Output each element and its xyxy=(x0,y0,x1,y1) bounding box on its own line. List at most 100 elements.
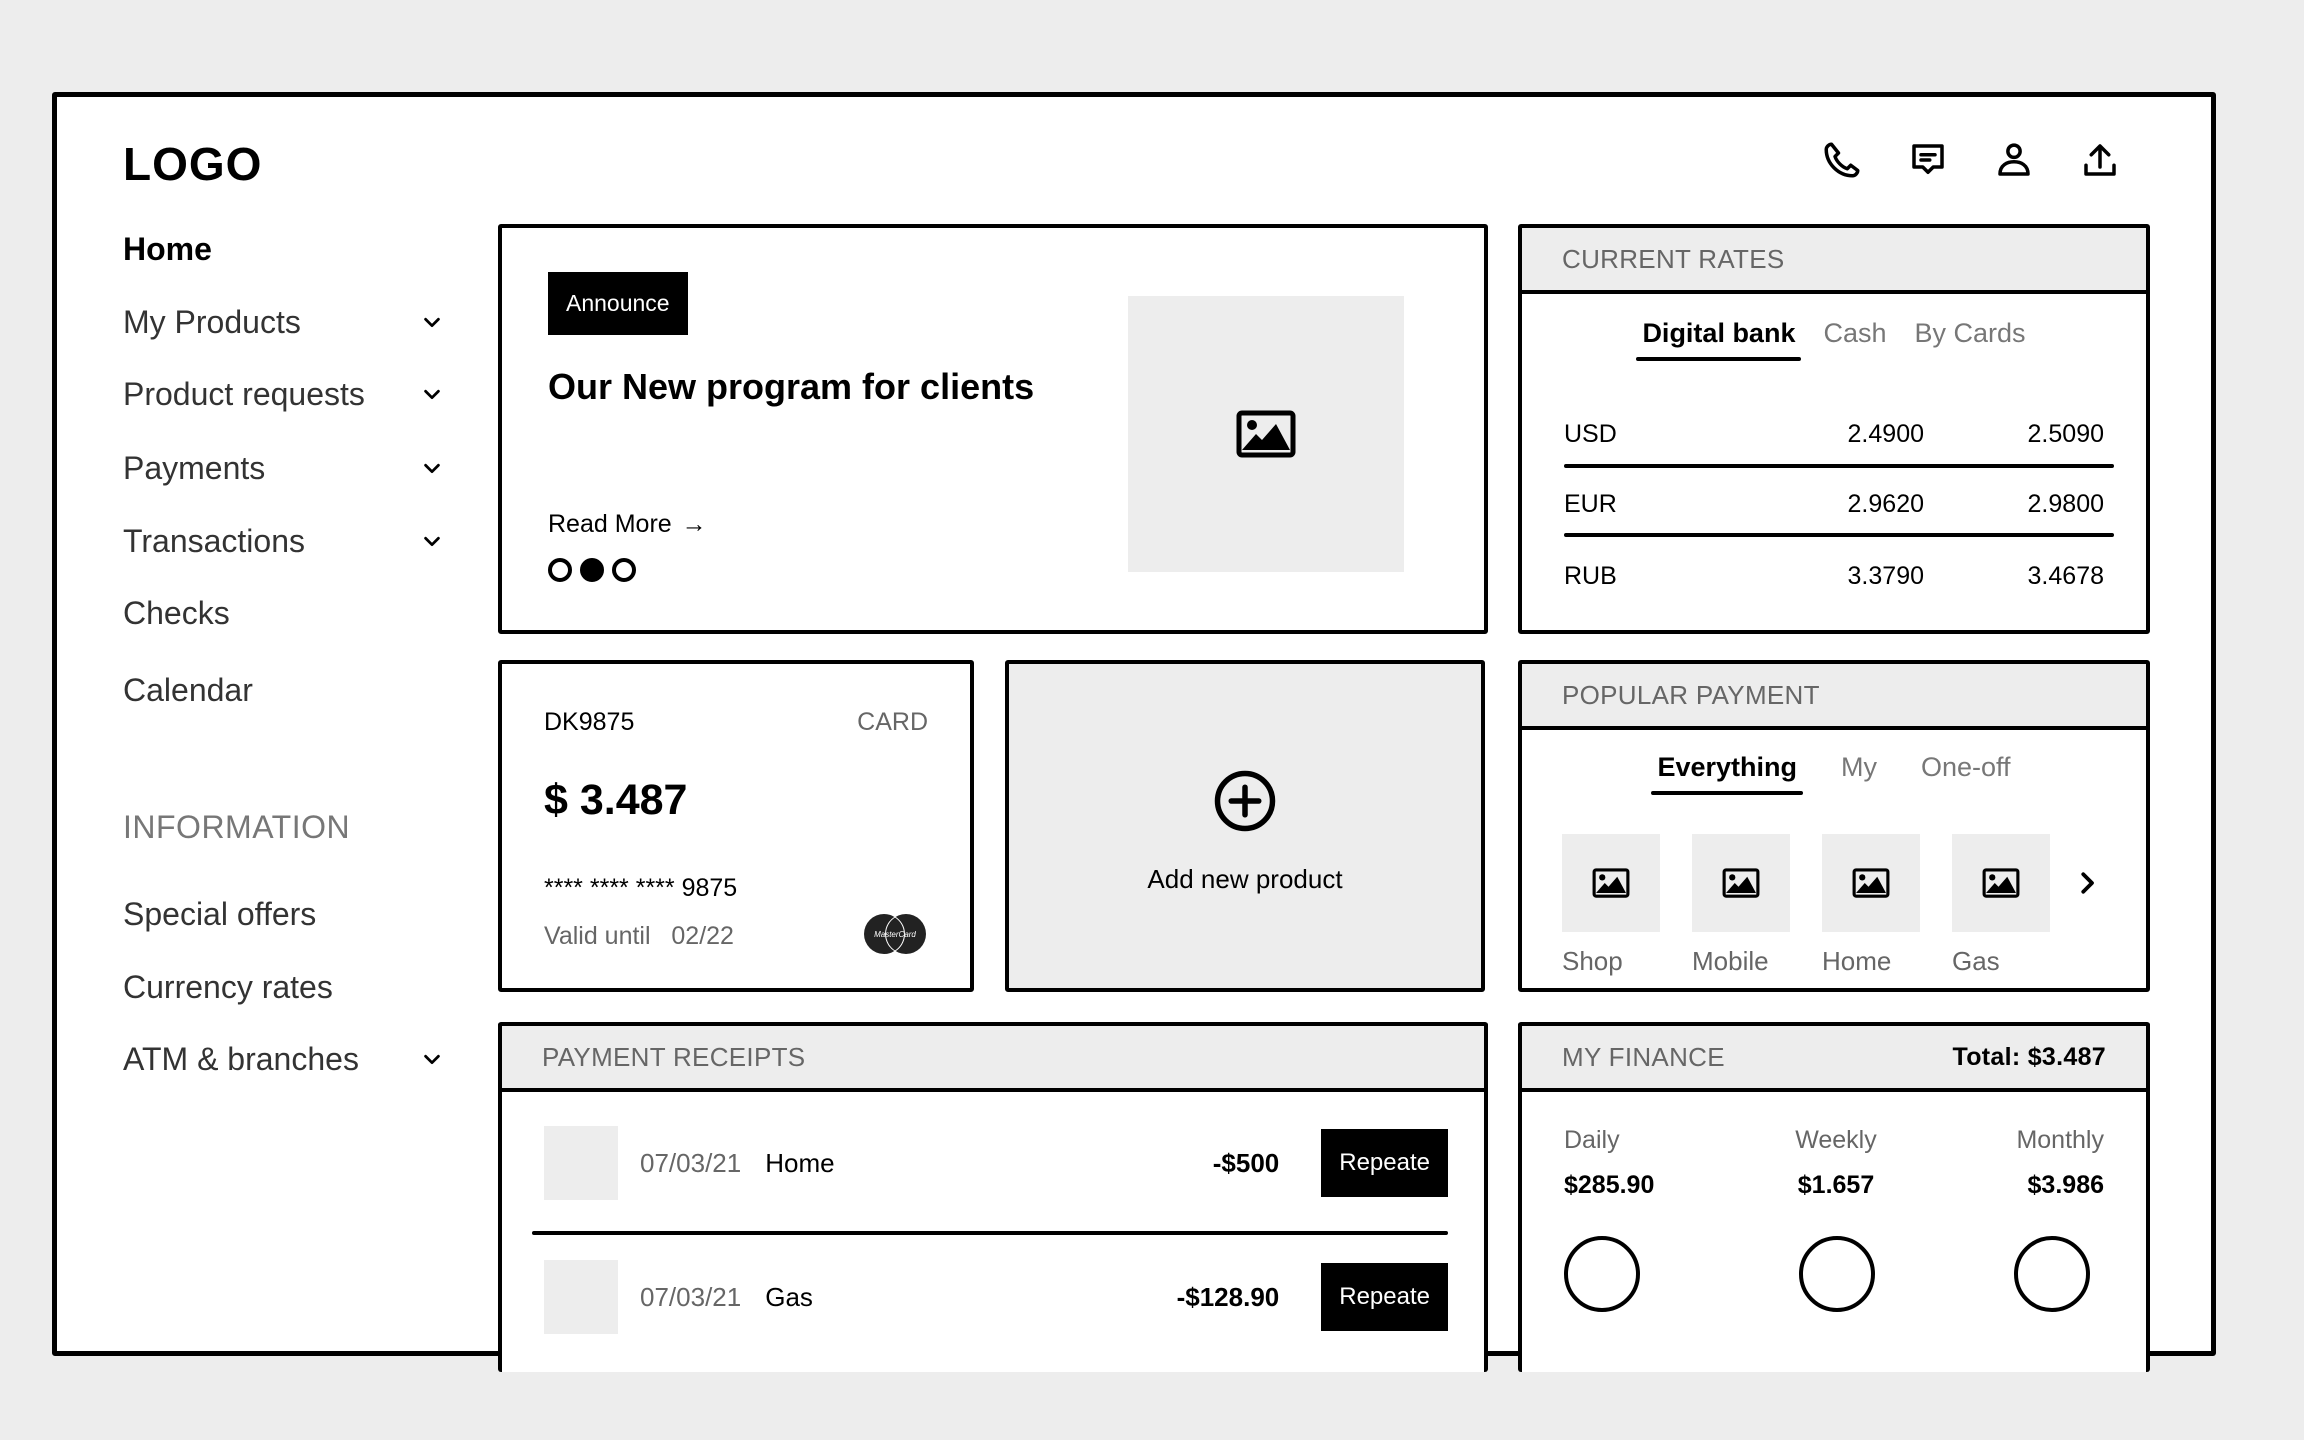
popular-item-gas[interactable]: Gas xyxy=(1952,834,2050,977)
repeat-payment-button[interactable]: Repeate xyxy=(1321,1129,1448,1197)
receipt-date: 07/03/21 xyxy=(640,1281,742,1312)
chevron-down-icon[interactable] xyxy=(421,1041,443,1078)
user-icon[interactable] xyxy=(1991,137,2037,183)
announce-panel: Announce Our New program for clients Rea… xyxy=(498,224,1488,634)
upload-icon[interactable] xyxy=(2077,137,2123,183)
read-more-link[interactable]: Read More → xyxy=(548,510,707,539)
announce-image xyxy=(1128,296,1404,572)
popular-item-shop[interactable]: Shop xyxy=(1562,834,1660,977)
sidebar-item-label: Home xyxy=(123,230,212,267)
add-new-product-button[interactable]: Add new product xyxy=(1005,660,1485,992)
receipt-row: 07/03/21 Gas -$128.90 Repeate xyxy=(544,1260,1448,1334)
bank-card[interactable]: DK9875 CARD $ 3.487 **** **** **** 9875 … xyxy=(498,660,974,992)
sidebar-item-special-offers[interactable]: Special offers xyxy=(123,892,443,936)
daily-chart-circle xyxy=(1564,1236,1640,1312)
rate-row: EUR 2.9620 2.9800 xyxy=(1564,484,2104,524)
chevron-down-icon[interactable] xyxy=(421,450,443,487)
divider xyxy=(1564,533,2114,537)
panel-header: MY FINANCE Total: $3.487 xyxy=(1522,1026,2146,1092)
sell-rate: 2.9800 xyxy=(2027,489,2104,518)
currency-code: RUB xyxy=(1564,561,1617,590)
image-placeholder-icon xyxy=(1722,868,1760,898)
tab-digital-bank[interactable]: Digital bank xyxy=(1636,318,1802,361)
popular-items: Shop Mobile Home Gas xyxy=(1562,834,2050,977)
receipt-thumbnail xyxy=(544,1126,618,1200)
item-thumbnail xyxy=(1822,834,1920,932)
mastercard-logo-icon: MasterCard xyxy=(864,914,926,954)
popular-tabs: Everything My One-off xyxy=(1522,752,2146,795)
tab-everything[interactable]: Everything xyxy=(1651,752,1803,795)
chevron-down-icon[interactable] xyxy=(421,304,443,341)
tab-by-cards[interactable]: By Cards xyxy=(1915,318,2026,361)
item-thumbnail xyxy=(1562,834,1660,932)
tab-cash[interactable]: Cash xyxy=(1823,318,1886,361)
chevron-right-icon[interactable] xyxy=(2072,868,2102,898)
sidebar-item-my-products[interactable]: My Products xyxy=(123,300,443,344)
item-label: Gas xyxy=(1952,946,2000,976)
tab-one-off[interactable]: One-off xyxy=(1921,752,2011,795)
card-number: **** **** **** 9875 xyxy=(544,874,738,902)
panel-header: PAYMENT RECEIPTS xyxy=(502,1026,1484,1092)
panel-title: POPULAR PAYMENT xyxy=(1562,679,1820,710)
tab-my[interactable]: My xyxy=(1841,752,1877,795)
image-placeholder-icon xyxy=(1982,868,2020,898)
item-thumbnail xyxy=(1952,834,2050,932)
carousel-dot[interactable] xyxy=(548,558,572,582)
sidebar-item-checks[interactable]: Checks xyxy=(123,591,443,635)
sidebar-item-payments[interactable]: Payments xyxy=(123,446,443,490)
panel-header: CURRENT RATES xyxy=(1522,228,2146,294)
sidebar-item-transactions[interactable]: Transactions xyxy=(123,519,443,563)
receipt-name: Gas xyxy=(765,1281,813,1312)
card-id: DK9875 xyxy=(544,708,635,736)
item-label: Shop xyxy=(1562,946,1623,976)
chat-icon[interactable] xyxy=(1905,137,1951,183)
currency-code: EUR xyxy=(1564,489,1617,518)
monthly-chart-circle xyxy=(2014,1236,2090,1312)
panel-header: POPULAR PAYMENT xyxy=(1522,664,2146,730)
popular-item-home[interactable]: Home xyxy=(1822,834,1920,977)
card-validity: Valid until 02/22 xyxy=(544,922,734,951)
popular-item-mobile[interactable]: Mobile xyxy=(1692,834,1790,977)
sidebar-item-label: Payments xyxy=(123,449,266,486)
sidebar-item-label: Checks xyxy=(123,594,230,631)
receipt-thumbnail xyxy=(544,1260,618,1334)
sidebar-section-heading: INFORMATION xyxy=(123,809,351,845)
buy-rate: 2.4900 xyxy=(1847,419,1924,448)
carousel-dots xyxy=(548,558,636,582)
sidebar-item-label: ATM & branches xyxy=(123,1040,359,1077)
sidebar-item-label: My Products xyxy=(123,303,301,340)
my-finance-panel: MY FINANCE Total: $3.487 Daily $285.90 W… xyxy=(1518,1022,2150,1372)
sidebar-item-currency-rates[interactable]: Currency rates xyxy=(123,965,443,1009)
receipt-date: 07/03/21 xyxy=(640,1147,742,1178)
sell-rate: 3.4678 xyxy=(2027,561,2104,590)
image-placeholder-icon xyxy=(1592,868,1630,898)
sidebar-item-home[interactable]: Home xyxy=(123,227,443,271)
panel-title: MY FINANCE xyxy=(1562,1041,1725,1072)
logo[interactable]: LOGO xyxy=(123,137,262,191)
sidebar-item-calendar[interactable]: Calendar xyxy=(123,668,443,712)
sidebar-item-product-requests[interactable]: Product requests xyxy=(123,372,443,416)
receipt-amount: -$500 xyxy=(1212,1147,1280,1178)
phone-icon[interactable] xyxy=(1819,137,1865,183)
add-product-label: Add new product xyxy=(1147,864,1343,894)
sidebar-item-label: Transactions xyxy=(123,522,305,559)
finance-daily: Daily $285.90 xyxy=(1564,1126,1764,1200)
current-rates-panel: CURRENT RATES Digital bank Cash By Cards… xyxy=(1518,224,2150,634)
card-balance: $ 3.487 xyxy=(544,776,688,824)
chevron-down-icon[interactable] xyxy=(421,523,443,560)
receipt-row: 07/03/21 Home -$500 Repeate xyxy=(544,1126,1448,1200)
carousel-dot[interactable] xyxy=(612,558,636,582)
finance-monthly: Monthly $3.986 xyxy=(1904,1126,2104,1200)
repeat-payment-button[interactable]: Repeate xyxy=(1321,1263,1448,1331)
rate-row: USD 2.4900 2.5090 xyxy=(1564,414,2104,454)
card-brand-text: MasterCard xyxy=(874,930,916,939)
item-label: Mobile xyxy=(1692,946,1769,976)
carousel-dot-active[interactable] xyxy=(580,558,604,582)
valid-label: Valid until xyxy=(544,922,651,950)
period-value: $3.986 xyxy=(2027,1171,2104,1199)
sidebar-item-label: Product requests xyxy=(123,375,365,412)
image-placeholder-icon xyxy=(1236,410,1296,458)
item-thumbnail xyxy=(1692,834,1790,932)
chevron-down-icon[interactable] xyxy=(421,376,443,413)
sidebar-item-atm-branches[interactable]: ATM & branches xyxy=(123,1037,443,1081)
